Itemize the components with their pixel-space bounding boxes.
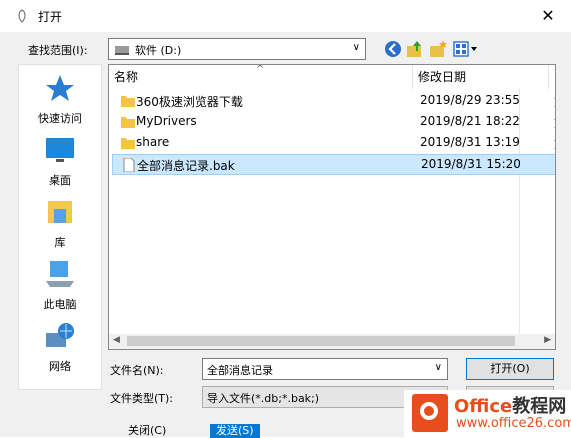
title-bar: 打开 ✕ — [0, 0, 571, 32]
file-type-value: 导入文件(*.db;*.bak;) — [207, 392, 320, 405]
file-type: 文 — [554, 93, 555, 110]
places-bar: 快速访问 桌面 库 此电脑 网络 — [18, 64, 102, 390]
chevron-down-icon: ∨ — [352, 42, 360, 53]
file-name: MyDrivers — [136, 114, 197, 128]
back-button[interactable] — [383, 39, 403, 59]
file-name: 全部消息记录.bak — [137, 159, 235, 173]
desktop-icon — [46, 138, 74, 162]
file-type: B — [555, 157, 556, 171]
open-file-dialog: 打开 ✕ 查找范围(I): 软件 (D:) ∨ 快速访问 桌面 库 此电脑 网络… — [0, 0, 571, 438]
drive-icon — [115, 46, 129, 55]
column-header-type[interactable] — [549, 65, 555, 89]
watermark-title: Office教程网 — [454, 396, 567, 417]
file-name-label: 文件名(N): — [110, 364, 164, 377]
app-icon — [18, 9, 26, 23]
place-label: 快速访问 — [38, 112, 82, 125]
open-button[interactable]: 打开(O) — [466, 358, 554, 380]
file-date: 2019/8/31 15:20 — [421, 157, 521, 171]
computer-icon — [46, 261, 74, 287]
place-library[interactable]: 库 — [19, 197, 101, 250]
look-in-dropdown[interactable]: 软件 (D:) ∨ — [108, 38, 366, 60]
column-header-name[interactable]: ^ 名称 — [109, 65, 413, 89]
file-type-label: 文件类型(T): — [110, 392, 174, 405]
place-this-pc[interactable]: 此电脑 — [19, 259, 101, 312]
background-close-button[interactable]: 关闭(C) — [128, 424, 166, 438]
file-row[interactable]: 360极速浏览器下载 2019/8/29 23:55 文 — [112, 91, 555, 112]
scroll-right-icon[interactable]: ▶ — [544, 335, 551, 345]
file-date: 2019/8/21 18:22 — [420, 114, 520, 128]
chevron-down-icon[interactable]: ∨ — [435, 362, 442, 373]
file-type: 文 — [554, 135, 555, 152]
background-window-edge — [0, 64, 12, 437]
folder-icon — [121, 138, 135, 149]
file-name: share — [136, 135, 170, 149]
scroll-left-icon[interactable]: ◀ — [113, 335, 120, 345]
quick-access-star-icon — [46, 75, 74, 101]
folder-icon — [121, 96, 135, 107]
watermark-url: www.office26.com — [456, 416, 571, 431]
office-logo-icon — [412, 394, 448, 432]
file-row[interactable]: MyDrivers 2019/8/21 18:22 文 — [112, 112, 555, 133]
place-label: 网络 — [49, 360, 71, 373]
file-row[interactable]: share 2019/8/31 13:19 文 — [112, 133, 555, 154]
file-type: 文 — [554, 114, 555, 131]
close-button[interactable]: ✕ — [525, 0, 571, 32]
document-icon — [123, 158, 135, 172]
place-label: 此电脑 — [43, 298, 77, 311]
folder-icon — [121, 117, 135, 128]
up-folder-icon — [407, 41, 421, 57]
file-name: 360极速浏览器下载 — [136, 95, 243, 109]
file-list: ^ 名称 修改日期 360极速浏览器下载 2019/8/29 23:55 文 M… — [108, 64, 556, 350]
library-icon — [48, 201, 72, 223]
window-title: 打开 — [38, 10, 63, 24]
file-row-selected[interactable]: 全部消息记录.bak 2019/8/31 15:20 B — [112, 154, 556, 175]
back-arrow-icon — [385, 41, 401, 57]
view-menu-button[interactable] — [452, 39, 480, 59]
view-grid-icon — [453, 41, 477, 57]
file-name-input[interactable]: 全部消息记录 ∨ — [202, 358, 448, 380]
sort-up-icon: ^ — [256, 64, 265, 75]
network-icon — [46, 323, 74, 347]
place-desktop[interactable]: 桌面 — [19, 135, 101, 188]
watermark: Office教程网 www.office26.com — [404, 390, 571, 437]
file-name-value: 全部消息记录 — [207, 364, 273, 377]
place-network[interactable]: 网络 — [19, 321, 101, 374]
file-date: 2019/8/29 23:55 — [420, 93, 520, 107]
new-folder-button[interactable] — [428, 39, 448, 59]
place-quick-access[interactable]: 快速访问 — [19, 73, 101, 126]
look-in-value: 软件 (D:) — [135, 44, 182, 57]
look-in-label: 查找范围(I): — [28, 44, 88, 57]
new-folder-icon — [430, 40, 447, 57]
column-header-date[interactable]: 修改日期 — [413, 65, 549, 89]
background-send-button[interactable]: 发送(S) — [210, 424, 260, 438]
horizontal-scrollbar[interactable]: ◀ ▶ — [108, 334, 556, 350]
up-folder-button[interactable] — [405, 39, 425, 59]
scrollbar-thumb[interactable] — [127, 336, 515, 346]
place-label: 库 — [54, 236, 66, 249]
place-label: 桌面 — [49, 174, 71, 187]
file-date: 2019/8/31 13:19 — [420, 135, 520, 149]
